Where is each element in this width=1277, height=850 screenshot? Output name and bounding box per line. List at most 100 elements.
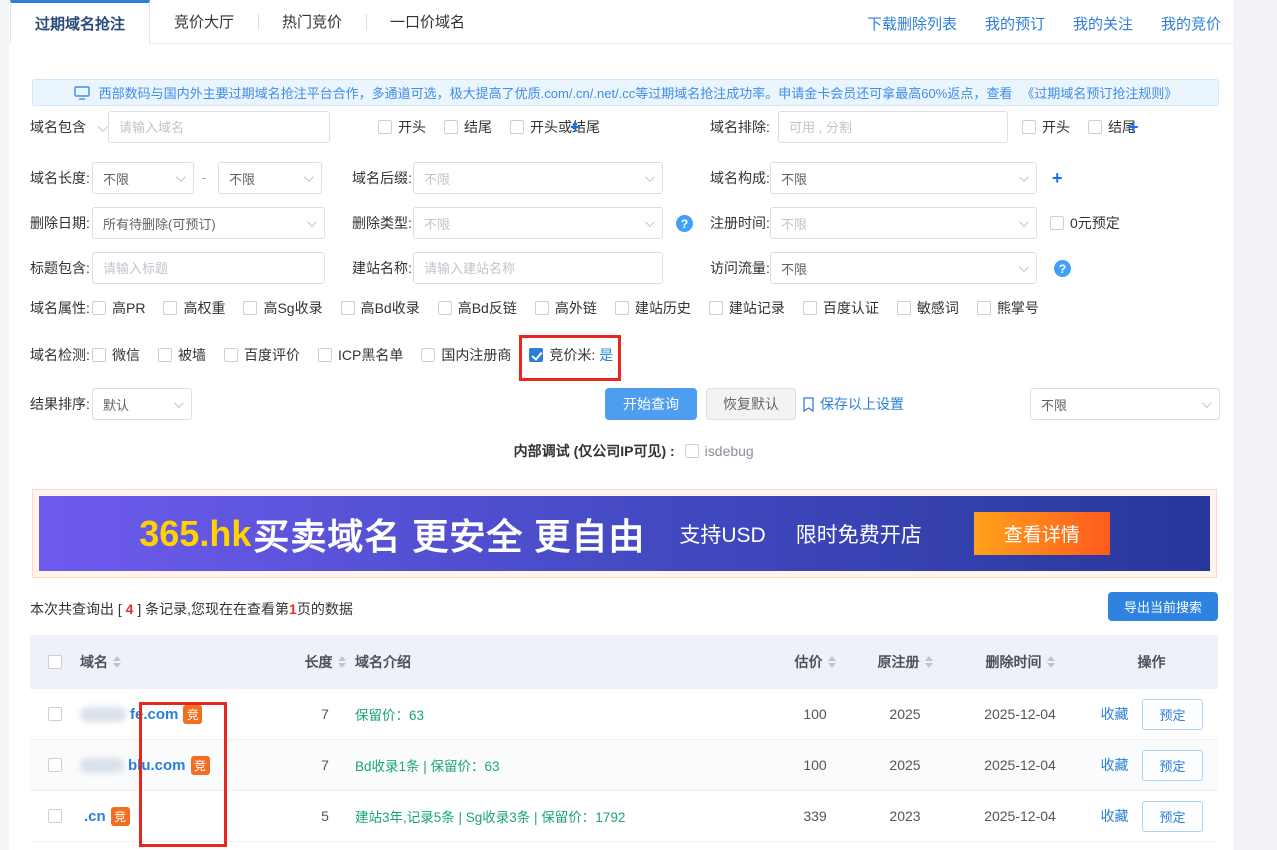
- reserve-button[interactable]: 预定: [1142, 750, 1202, 781]
- checkbox[interactable]: [709, 301, 723, 315]
- domain-suffix-select[interactable]: 不限: [413, 162, 663, 194]
- traffic-select[interactable]: 不限: [770, 252, 1037, 284]
- checkbox[interactable]: [438, 301, 452, 315]
- checkbox[interactable]: [803, 301, 817, 315]
- checkbox[interactable]: [977, 301, 991, 315]
- select-all-checkbox[interactable]: [48, 655, 62, 669]
- delete-type-select[interactable]: 不限: [413, 207, 663, 239]
- title-contains-input[interactable]: [103, 261, 314, 276]
- domain-compose-select[interactable]: 不限: [770, 162, 1037, 194]
- sort-icon[interactable]: [1047, 656, 1055, 668]
- add-exclude-icon[interactable]: +: [1128, 111, 1139, 143]
- delete-type-help-icon[interactable]: ?: [676, 215, 693, 232]
- site-name-input[interactable]: [424, 261, 652, 276]
- checkbox-option[interactable]: 高PR: [92, 298, 145, 318]
- save-settings-link[interactable]: 保存以上设置: [802, 388, 904, 420]
- sort-select[interactable]: 默认: [92, 388, 192, 420]
- add-condition-icon[interactable]: +: [570, 111, 581, 143]
- domain-contains-label[interactable]: 域名包含: [30, 111, 105, 143]
- checkbox[interactable]: [510, 120, 524, 134]
- ad-banner[interactable]: 365.hk 买卖域名 更安全 更自由 支持USD 限时免费开店 查看详情: [39, 496, 1210, 571]
- checkbox-option[interactable]: 高Bd收录: [341, 298, 420, 318]
- domain-link[interactable]: .cn: [84, 808, 106, 825]
- header-length[interactable]: 长度: [295, 652, 355, 672]
- checkbox-option[interactable]: 高外链: [535, 298, 597, 318]
- checkbox[interactable]: [92, 301, 106, 315]
- checkbox-option[interactable]: 高Sg收录: [243, 298, 322, 318]
- checkbox-option[interactable]: 开头: [378, 117, 426, 137]
- domain-contains-input[interactable]: [119, 120, 319, 135]
- checkbox-option[interactable]: 高权重: [163, 298, 225, 318]
- checkbox-option[interactable]: 开头或结尾: [510, 117, 600, 137]
- sort-icon[interactable]: [828, 656, 836, 668]
- favorite-link[interactable]: 收藏: [1100, 704, 1128, 724]
- add-compose-icon[interactable]: +: [1052, 162, 1063, 194]
- checkbox-option[interactable]: 结尾: [444, 117, 492, 137]
- reset-button[interactable]: 恢复默认: [706, 388, 796, 420]
- header-delete-time[interactable]: 删除时间: [955, 652, 1085, 672]
- checkbox[interactable]: [378, 120, 392, 134]
- checkbox-option[interactable]: 建站记录: [709, 298, 785, 318]
- row-checkbox[interactable]: [48, 758, 62, 772]
- reg-time-select[interactable]: 不限: [770, 207, 1037, 239]
- export-search-button[interactable]: 导出当前搜索: [1108, 592, 1218, 621]
- notice-rules-link[interactable]: 《过期域名预订抢注规则》: [1021, 83, 1177, 102]
- top-link[interactable]: 我的预订: [985, 13, 1045, 34]
- checkbox[interactable]: [535, 301, 549, 315]
- checkbox[interactable]: [615, 301, 629, 315]
- domain-exclude-input[interactable]: [789, 120, 997, 135]
- checkbox-option[interactable]: 国内注册商: [421, 345, 511, 365]
- checkbox[interactable]: [92, 348, 106, 362]
- domain-link[interactable]: blu.com: [128, 757, 186, 774]
- checkbox-option[interactable]: 高Bd反链: [438, 298, 517, 318]
- favorite-link[interactable]: 收藏: [1100, 806, 1128, 826]
- favorite-link[interactable]: 收藏: [1100, 755, 1128, 775]
- reserve-button[interactable]: 预定: [1142, 699, 1202, 730]
- checkbox-option[interactable]: 微信: [92, 345, 140, 365]
- bid-mi-option[interactable]: 竞价米: 是: [529, 345, 613, 365]
- debug-checkbox[interactable]: [685, 444, 699, 458]
- checkbox-option[interactable]: 百度认证: [803, 298, 879, 318]
- sort-icon[interactable]: [113, 656, 121, 668]
- header-domain[interactable]: 域名: [80, 652, 295, 672]
- checkbox-option[interactable]: 百度评价: [224, 345, 300, 365]
- tab-expired-domains[interactable]: 过期域名抢注: [10, 0, 150, 44]
- top-link[interactable]: 我的关注: [1073, 13, 1133, 34]
- domain-length-to-select[interactable]: 不限: [218, 162, 322, 194]
- row-checkbox[interactable]: [48, 707, 62, 721]
- zero-reserve-option[interactable]: 0元预定: [1050, 213, 1120, 233]
- tab-fixed-price[interactable]: 一口价域名: [366, 0, 489, 43]
- traffic-help-icon[interactable]: ?: [1054, 260, 1071, 277]
- checkbox-option[interactable]: 开头: [1022, 117, 1070, 137]
- checkbox-option[interactable]: 建站历史: [615, 298, 691, 318]
- checkbox-checked[interactable]: [529, 348, 543, 362]
- checkbox[interactable]: [318, 348, 332, 362]
- checkbox[interactable]: [163, 301, 177, 315]
- checkbox[interactable]: [224, 348, 238, 362]
- checkbox-option[interactable]: 被墙: [158, 345, 206, 365]
- domain-length-from-select[interactable]: 不限: [92, 162, 194, 194]
- page-size-select[interactable]: 不限: [1030, 388, 1220, 420]
- checkbox[interactable]: [421, 348, 435, 362]
- delete-date-select[interactable]: 所有待删除(可预订): [92, 207, 325, 239]
- row-checkbox[interactable]: [48, 809, 62, 823]
- checkbox[interactable]: [1050, 216, 1064, 230]
- header-reg[interactable]: 原注册: [855, 652, 955, 672]
- search-button[interactable]: 开始查询: [605, 388, 697, 420]
- checkbox-option[interactable]: 敏感词: [897, 298, 959, 318]
- tab-hot-auctions[interactable]: 热门竞价: [258, 0, 366, 43]
- banner-cta-button[interactable]: 查看详情: [974, 512, 1110, 555]
- top-link[interactable]: 下载删除列表: [867, 13, 957, 34]
- header-price[interactable]: 估价: [775, 652, 855, 672]
- reserve-button[interactable]: 预定: [1142, 801, 1202, 832]
- checkbox[interactable]: [1022, 120, 1036, 134]
- checkbox[interactable]: [897, 301, 911, 315]
- sort-icon[interactable]: [338, 656, 346, 668]
- checkbox[interactable]: [341, 301, 355, 315]
- checkbox[interactable]: [243, 301, 257, 315]
- checkbox[interactable]: [158, 348, 172, 362]
- checkbox-option[interactable]: ICP黑名单: [318, 345, 403, 365]
- sort-icon[interactable]: [925, 656, 933, 668]
- domain-link[interactable]: fe.com: [130, 706, 178, 723]
- checkbox-option[interactable]: 熊掌号: [977, 298, 1039, 318]
